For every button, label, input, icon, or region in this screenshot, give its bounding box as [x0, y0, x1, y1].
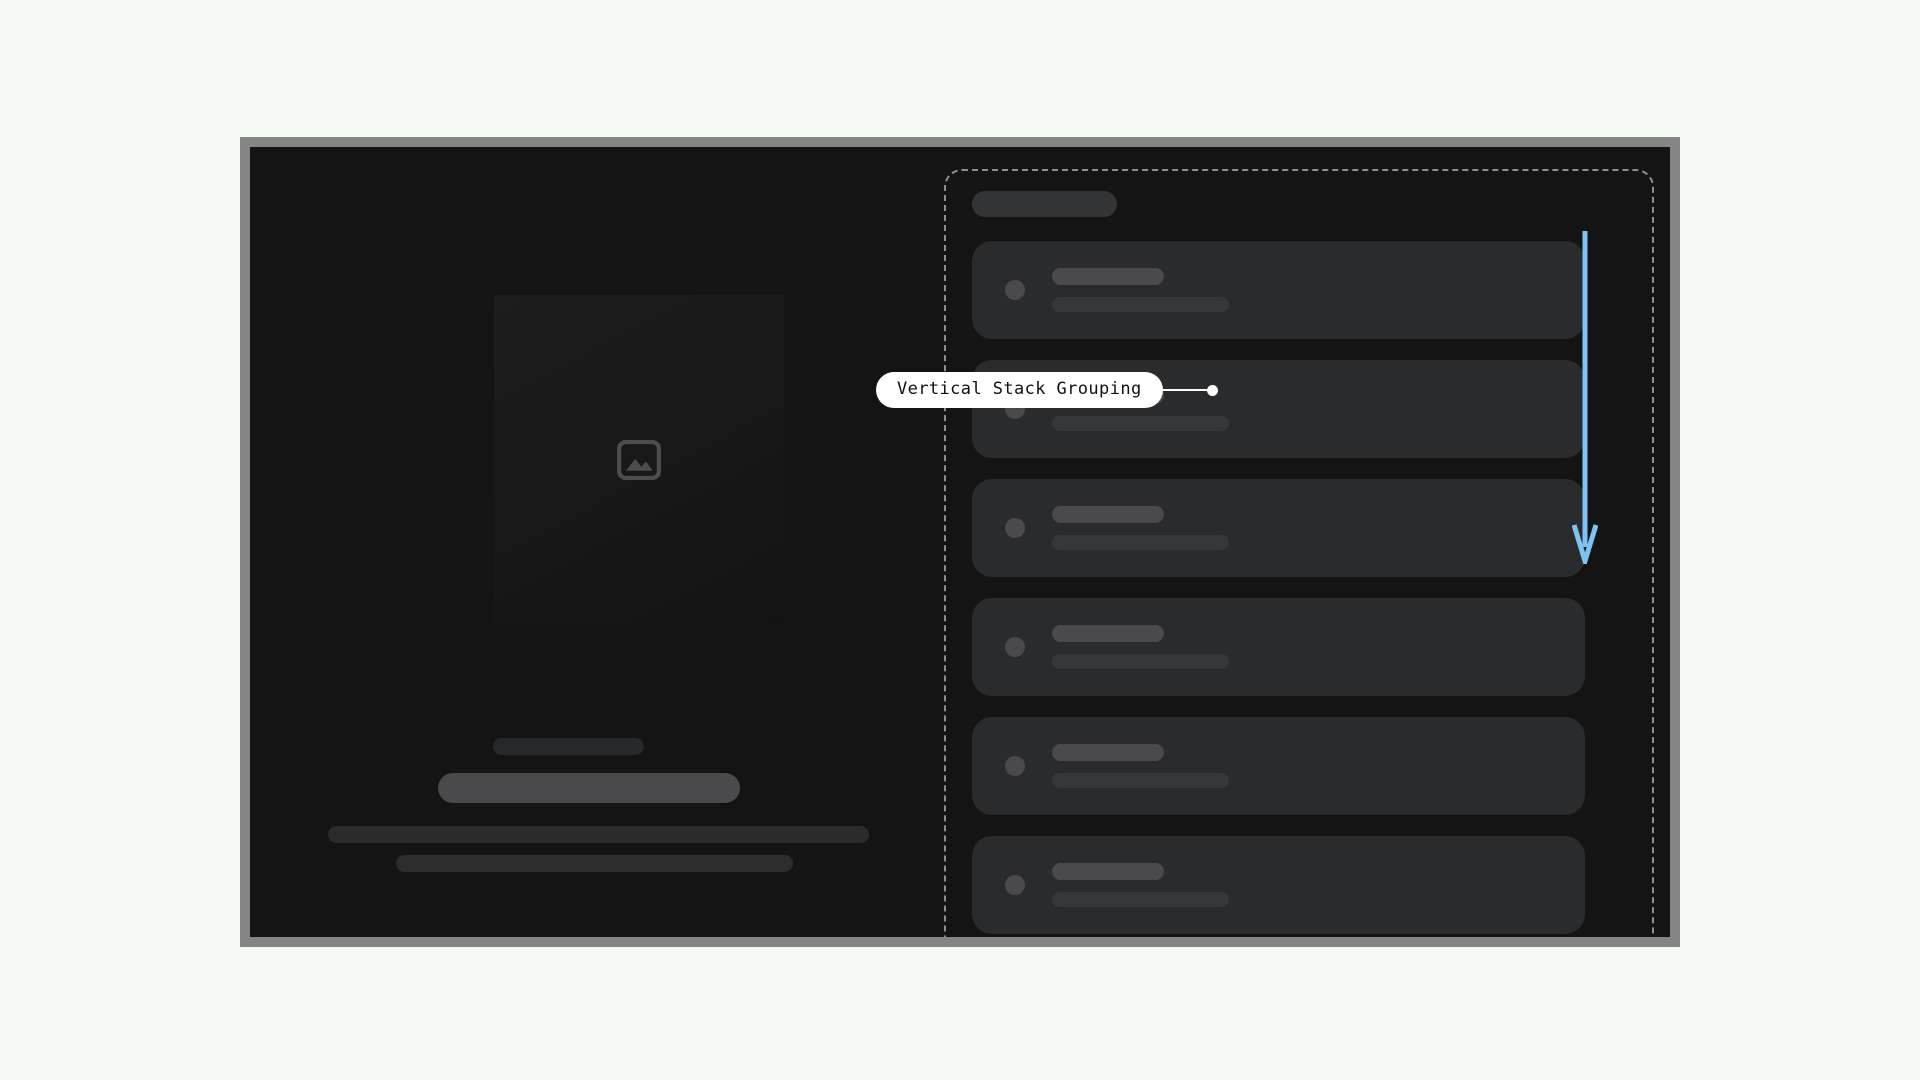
- list-header-skeleton: [972, 191, 1117, 217]
- annotation-callout: Vertical Stack Grouping: [876, 371, 1218, 409]
- list-item-title-skeleton: [1052, 863, 1164, 880]
- list-item-subtitle-skeleton: [1052, 535, 1229, 550]
- avatar: [1005, 518, 1025, 538]
- list-item[interactable]: [972, 479, 1585, 577]
- annotation-leader-line: [1162, 389, 1209, 391]
- right-list-panel: [944, 147, 1670, 937]
- left-text-skeleton-group: [250, 147, 944, 937]
- list-item[interactable]: [972, 836, 1585, 934]
- list-item-title-skeleton: [1052, 268, 1164, 285]
- connector-dot: [1206, 384, 1218, 396]
- avatar: [1005, 637, 1025, 657]
- list-item-title-skeleton: [1052, 625, 1164, 642]
- arrow-down-icon: [1572, 229, 1598, 564]
- avatar: [1005, 875, 1025, 895]
- list-item-title-skeleton: [1052, 506, 1164, 523]
- list-item-subtitle-skeleton: [1052, 892, 1229, 907]
- avatar: [1005, 280, 1025, 300]
- left-detail-panel: [250, 147, 944, 937]
- list-item-title-skeleton: [1052, 744, 1164, 761]
- skeleton-body-line-1: [328, 826, 869, 843]
- list-item[interactable]: [972, 241, 1585, 339]
- skeleton-title-line: [438, 773, 740, 803]
- list-item-subtitle-skeleton: [1052, 654, 1229, 669]
- vertical-stack-list: [972, 241, 1585, 937]
- device-frame: Vertical Stack Grouping: [240, 137, 1680, 947]
- list-item-subtitle-skeleton: [1052, 773, 1229, 788]
- list-item-subtitle-skeleton: [1052, 297, 1229, 312]
- device-screen: Vertical Stack Grouping: [250, 147, 1670, 937]
- skeleton-body-line-2: [396, 855, 793, 872]
- list-item[interactable]: [972, 717, 1585, 815]
- skeleton-eyebrow-line: [493, 738, 644, 755]
- list-item-subtitle-skeleton: [1052, 416, 1229, 431]
- avatar: [1005, 756, 1025, 776]
- annotation-label: Vertical Stack Grouping: [876, 372, 1163, 408]
- list-item[interactable]: [972, 598, 1585, 696]
